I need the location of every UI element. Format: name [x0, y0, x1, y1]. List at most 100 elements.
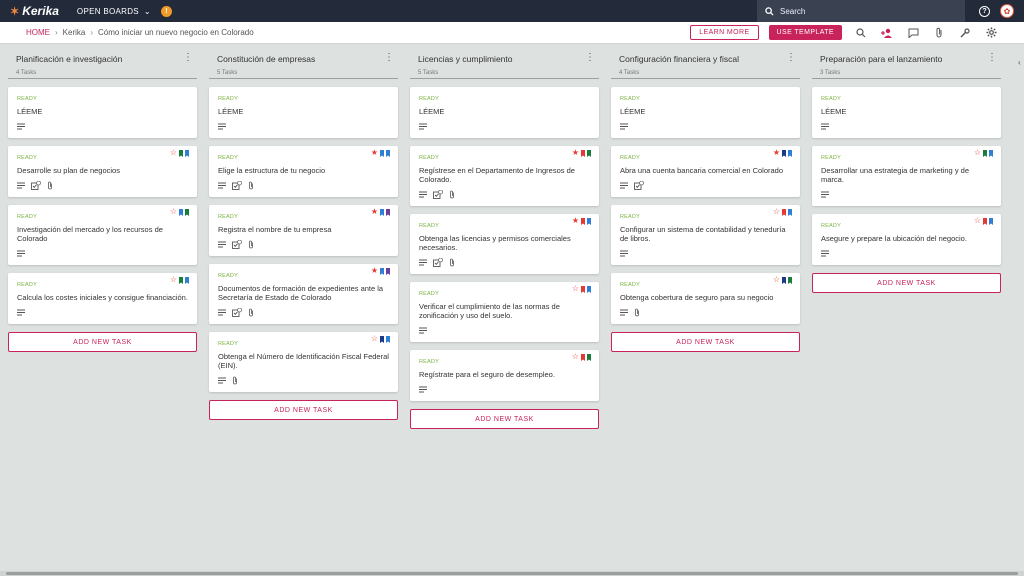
star-outline-icon[interactable]: ☆	[170, 149, 177, 157]
add-new-task-button[interactable]: ADD NEW TASK	[8, 332, 197, 352]
description-icon	[620, 182, 628, 191]
avatar[interactable]: ✿	[1000, 4, 1014, 18]
bookmark-green-icon	[788, 276, 792, 284]
column-header[interactable]: Planificación e investigación ⋮	[8, 52, 197, 72]
description-icon	[218, 309, 226, 318]
star-filled-icon[interactable]: ★	[371, 208, 378, 216]
task-status: READY	[17, 96, 37, 102]
task-card[interactable]: ★ READY Registra el nombre de tu empresa	[209, 205, 398, 256]
task-card[interactable]: READY LÉEME	[611, 87, 800, 138]
star-outline-icon[interactable]: ☆	[572, 353, 579, 361]
column-header[interactable]: Constitución de empresas ⋮	[209, 52, 398, 72]
task-card[interactable]: ★ READY Regístrese en el Departamento de I…	[410, 146, 599, 206]
task-title: Obtenga el Número de Identificación Fisc…	[218, 352, 389, 370]
task-status: READY	[218, 273, 238, 279]
star-outline-icon[interactable]: ☆	[773, 208, 780, 216]
tools-icon[interactable]	[958, 26, 972, 40]
use-template-button[interactable]: USE TEMPLATE	[768, 25, 842, 40]
horizontal-scrollbar[interactable]	[0, 571, 1024, 576]
task-card[interactable]: ★ READY Obtenga las licencias y permisos c…	[410, 214, 599, 274]
bookmark-red-icon	[782, 208, 786, 216]
task-title: Desarrollar una estrategia de marketing …	[821, 166, 969, 184]
star-outline-icon[interactable]: ☆	[974, 217, 981, 225]
star-outline-icon[interactable]: ☆	[773, 276, 780, 284]
add-new-task-button[interactable]: ADD NEW TASK	[209, 400, 398, 420]
column-header[interactable]: Licencias y cumplimiento ⋮	[410, 52, 599, 72]
checklist-icon	[232, 307, 242, 319]
task-card[interactable]: ☆ READY Desarrolle su plan de negocios	[8, 146, 197, 197]
card-icons	[620, 180, 791, 191]
bookmark-red-icon	[581, 149, 585, 157]
add-new-task-button[interactable]: ADD NEW TASK	[812, 273, 1001, 293]
open-boards-menu[interactable]: OPEN BOARDS ⌄	[77, 7, 151, 16]
description-icon	[218, 377, 226, 386]
task-card[interactable]: ★ READY Documentos de formación de expedie…	[209, 264, 398, 324]
column-heading: Constitución de empresas	[217, 54, 315, 64]
star-filled-icon[interactable]: ★	[773, 149, 780, 157]
more-vert-icon[interactable]: ⋮	[987, 53, 997, 63]
card-icons	[419, 189, 590, 200]
star-filled-icon[interactable]: ★	[371, 267, 378, 275]
task-status: READY	[419, 96, 439, 102]
description-icon	[419, 386, 427, 395]
search-box[interactable]: Search	[757, 0, 965, 22]
task-title: Desarrolle su plan de negocios	[17, 166, 120, 175]
add-new-task-button[interactable]: ADD NEW TASK	[611, 332, 800, 352]
task-card[interactable]: ★ READY Elige la estructura de tu negocio	[209, 146, 398, 197]
column-header[interactable]: Configuración financiera y fiscal ⋮	[611, 52, 800, 72]
task-card[interactable]: ☆ READY Verificar el cumplimiento de las n…	[410, 282, 599, 342]
card-icons	[218, 180, 389, 191]
task-card[interactable]: READY LÉEME	[410, 87, 599, 138]
column-header[interactable]: Preparación para el lanzamiento ⋮	[812, 52, 1001, 72]
gear-icon[interactable]	[984, 26, 998, 40]
search-board-icon[interactable]	[854, 26, 868, 40]
task-card[interactable]: ☆ READY Asegure y prepare la ubicación del…	[812, 214, 1001, 265]
add-new-task-button[interactable]: ADD NEW TASK	[410, 409, 599, 429]
checklist-icon	[433, 257, 443, 269]
card-icons	[821, 250, 992, 259]
task-card[interactable]: ☆ READY Obtenga cobertura de seguro para s…	[611, 273, 800, 324]
learn-more-button[interactable]: LEARN MORE	[690, 25, 759, 40]
star-filled-icon[interactable]: ★	[371, 149, 378, 157]
bookmark-blue-icon	[788, 149, 792, 157]
more-vert-icon[interactable]: ⋮	[786, 53, 796, 63]
task-card[interactable]: ☆ READY Desarrollar una estrategia de mark…	[812, 146, 1001, 206]
task-card[interactable]: ★ READY Abra una cuenta bancaria comercial…	[611, 146, 800, 197]
star-outline-icon[interactable]: ☆	[170, 208, 177, 216]
breadcrumb-home[interactable]: HOME	[26, 28, 50, 37]
board-column: Planificación e investigación ⋮ 4 Tasks REA…	[8, 52, 197, 429]
task-card[interactable]: ☆ READY Obtenga el Número de Identificació…	[209, 332, 398, 392]
bookmark-green-icon	[185, 208, 189, 216]
task-card[interactable]: ☆ READY Regístrate para el seguro de desem…	[410, 350, 599, 401]
star-outline-icon[interactable]: ☆	[572, 285, 579, 293]
task-card[interactable]: ☆ READY Investigación del mercado y los re…	[8, 205, 197, 265]
task-card[interactable]: READY LÉEME	[8, 87, 197, 138]
scrollbar-thumb[interactable]	[6, 572, 1018, 575]
more-vert-icon[interactable]: ⋮	[585, 53, 595, 63]
description-icon	[17, 309, 25, 318]
task-title: Elige la estructura de tu negocio	[218, 166, 326, 175]
kerika-logo[interactable]: ✶ Kerika	[10, 4, 59, 18]
attachment-icon	[248, 240, 254, 251]
star-outline-icon[interactable]: ☆	[974, 149, 981, 157]
task-card[interactable]: READY LÉEME	[812, 87, 1001, 138]
breadcrumb-org[interactable]: Kerika	[63, 28, 86, 37]
task-card[interactable]: ☆ READY Calcula los costes iniciales y con…	[8, 273, 197, 324]
column-divider	[812, 78, 1001, 79]
more-vert-icon[interactable]: ⋮	[183, 53, 193, 63]
task-status: READY	[419, 359, 439, 365]
more-vert-icon[interactable]: ⋮	[384, 53, 394, 63]
board-column: Licencias y cumplimiento ⋮ 5 Tasks READY LÉE…	[410, 52, 599, 429]
star-outline-icon[interactable]: ☆	[170, 276, 177, 284]
add-person-icon[interactable]	[880, 26, 894, 40]
help-icon[interactable]: ?	[979, 5, 990, 17]
star-filled-icon[interactable]: ★	[572, 149, 579, 157]
attachment-icon[interactable]	[932, 26, 946, 40]
star-outline-icon[interactable]: ☆	[371, 335, 378, 343]
task-card[interactable]: READY LÉEME	[209, 87, 398, 138]
task-card[interactable]: ☆ READY Configurar un sistema de contabili…	[611, 205, 800, 265]
notification-icon[interactable]: !	[160, 5, 172, 17]
star-filled-icon[interactable]: ★	[572, 217, 579, 225]
card-tags: ☆	[974, 217, 993, 225]
chat-icon[interactable]	[906, 26, 920, 40]
